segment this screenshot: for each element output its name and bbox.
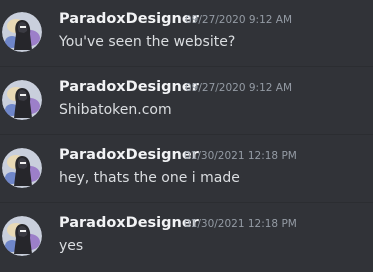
message-item[interactable]: ParadoxDesigner 09/27/2020 9:12 AM You'v… <box>0 3 373 61</box>
message-item[interactable]: ParadoxDesigner 01/30/2021 12:18 PM yes <box>0 207 373 265</box>
message-content: yes <box>59 238 84 254</box>
message-author[interactable]: ParadoxDesigner <box>59 78 199 96</box>
divider <box>0 202 373 203</box>
message-author[interactable]: ParadoxDesigner <box>59 214 199 232</box>
message-timestamp: 01/30/2021 12:18 PM <box>184 150 297 162</box>
message-content: hey, thats the one i made <box>59 170 240 186</box>
avatar[interactable] <box>2 80 42 120</box>
divider <box>0 134 373 135</box>
message-item[interactable]: ParadoxDesigner 09/27/2020 9:12 AM Shiba… <box>0 71 373 129</box>
message-timestamp: 09/27/2020 9:12 AM <box>185 14 293 26</box>
divider <box>0 66 373 67</box>
message-author[interactable]: ParadoxDesigner <box>59 10 199 28</box>
avatar[interactable] <box>2 216 42 256</box>
message-author[interactable]: ParadoxDesigner <box>59 146 199 164</box>
message-timestamp: 09/27/2020 9:12 AM <box>185 82 293 94</box>
avatar[interactable] <box>2 148 42 188</box>
message-timestamp: 01/30/2021 12:18 PM <box>184 218 297 230</box>
message-item[interactable]: ParadoxDesigner 01/30/2021 12:18 PM hey,… <box>0 139 373 197</box>
message-content: Shibatoken.com <box>59 102 172 118</box>
avatar[interactable] <box>2 12 42 52</box>
message-content: You've seen the website? <box>59 34 236 50</box>
chat-message-list: ParadoxDesigner 09/27/2020 9:12 AM You'v… <box>0 0 373 272</box>
